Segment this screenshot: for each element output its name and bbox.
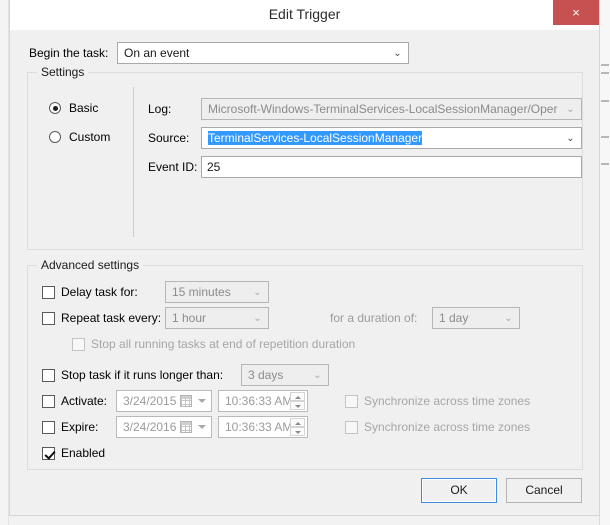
expire-date-input[interactable]: 3/24/2016 xyxy=(116,416,212,438)
chevron-down-icon: ⌄ xyxy=(312,369,323,382)
duration-label: for a duration of: xyxy=(330,311,417,325)
activate-sync-label: Synchronize across time zones xyxy=(364,394,530,408)
expire-time-stepper[interactable] xyxy=(290,418,305,436)
screen: Edit Trigger × Begin the task: On an eve… xyxy=(0,0,610,525)
source-label: Source: xyxy=(148,131,189,145)
advanced-settings-group: Advanced settings Delay task for: 15 min… xyxy=(27,265,583,470)
stepper-up-icon[interactable] xyxy=(290,418,305,427)
source-value: TerminalServices-LocalSessionManager xyxy=(208,131,559,145)
repeat-task-select[interactable]: 1 hour ⌄ xyxy=(165,307,269,329)
log-select[interactable]: Microsoft-Windows-TerminalServices-Local… xyxy=(201,98,582,120)
background-window-left-edge xyxy=(0,0,9,525)
duration-value: 1 day xyxy=(439,311,497,325)
chevron-down-icon xyxy=(198,399,206,403)
expire-time-value: 10:36:33 AM xyxy=(225,420,292,434)
chevron-down-icon: ⌄ xyxy=(392,47,403,60)
begin-task-select[interactable]: On an event ⌄ xyxy=(117,42,409,64)
repeat-task-label: Repeat task every: xyxy=(61,311,161,325)
activate-time-input[interactable]: 10:36:33 AM xyxy=(218,390,308,412)
chevron-down-icon: ⌄ xyxy=(565,132,576,145)
enabled-box xyxy=(42,447,55,460)
activate-box xyxy=(42,395,55,408)
activate-time-value: 10:36:33 AM xyxy=(225,394,292,408)
expire-date-value: 3/24/2016 xyxy=(123,420,176,434)
begin-task-value: On an event xyxy=(124,46,386,60)
log-value: Microsoft-Windows-TerminalServices-Local… xyxy=(208,102,559,116)
calendar-icon xyxy=(180,421,192,433)
background-window-right-edge xyxy=(599,0,610,525)
radio-custom-dot xyxy=(49,131,61,143)
log-label: Log: xyxy=(148,102,171,116)
begin-task-label: Begin the task: xyxy=(29,46,108,60)
expire-label: Expire: xyxy=(61,420,98,434)
stop-all-running-tasks-box xyxy=(72,338,85,351)
radio-custom-label: Custom xyxy=(69,130,110,144)
expire-time-input[interactable]: 10:36:33 AM xyxy=(218,416,308,438)
stop-task-longer-select[interactable]: 3 days ⌄ xyxy=(241,364,329,386)
chevron-down-icon: ⌄ xyxy=(252,286,263,299)
delay-task-value: 15 minutes xyxy=(172,285,246,299)
stepper-down-icon[interactable] xyxy=(290,401,305,410)
stepper-down-icon[interactable] xyxy=(290,427,305,436)
expire-box xyxy=(42,421,55,434)
activate-label: Activate: xyxy=(61,394,107,408)
settings-legend: Settings xyxy=(37,65,88,79)
event-id-input[interactable]: 25 xyxy=(201,156,582,178)
stop-all-running-tasks-label: Stop all running tasks at end of repetit… xyxy=(91,337,355,351)
enabled-label: Enabled xyxy=(61,446,105,460)
repeat-task-value: 1 hour xyxy=(172,311,246,325)
radio-basic-dot xyxy=(49,102,61,114)
stop-task-longer-box xyxy=(42,369,55,382)
title-bar: Edit Trigger × xyxy=(10,0,599,31)
radio-basic-label: Basic xyxy=(69,101,98,115)
source-select[interactable]: TerminalServices-LocalSessionManager ⌄ xyxy=(201,127,582,149)
close-icon[interactable]: × xyxy=(553,0,599,25)
stop-task-longer-label: Stop task if it runs longer than: xyxy=(61,368,223,382)
cancel-button[interactable]: Cancel xyxy=(506,478,582,503)
delay-task-box xyxy=(42,286,55,299)
activate-date-value: 3/24/2015 xyxy=(123,394,176,408)
activate-sync-box xyxy=(345,395,358,408)
settings-group: Settings Basic Custom Log: Microsoft-Win… xyxy=(27,72,583,250)
stop-task-longer-value: 3 days xyxy=(248,368,306,382)
source-selected-text: TerminalServices-LocalSessionManager xyxy=(208,131,422,145)
activate-time-stepper[interactable] xyxy=(290,392,305,410)
delay-task-label: Delay task for: xyxy=(61,285,138,299)
chevron-down-icon: ⌄ xyxy=(503,312,514,325)
activate-date-input[interactable]: 3/24/2015 xyxy=(116,390,212,412)
settings-divider xyxy=(133,87,134,237)
expire-sync-box xyxy=(345,421,358,434)
duration-select[interactable]: 1 day ⌄ xyxy=(432,307,520,329)
repeat-task-box xyxy=(42,312,55,325)
dialog-client-area: Begin the task: On an event ⌄ Settings B… xyxy=(11,30,599,514)
edit-trigger-dialog: Edit Trigger × Begin the task: On an eve… xyxy=(9,0,600,516)
stepper-up-icon[interactable] xyxy=(290,392,305,401)
dialog-title: Edit Trigger xyxy=(10,6,599,22)
event-id-value: 25 xyxy=(207,160,220,174)
expire-sync-label: Synchronize across time zones xyxy=(364,420,530,434)
event-id-label: Event ID: xyxy=(148,160,197,174)
advanced-settings-legend: Advanced settings xyxy=(37,258,143,272)
chevron-down-icon: ⌄ xyxy=(565,103,576,116)
delay-task-select[interactable]: 15 minutes ⌄ xyxy=(165,281,269,303)
ok-button[interactable]: OK xyxy=(421,478,497,503)
chevron-down-icon: ⌄ xyxy=(252,312,263,325)
calendar-icon xyxy=(180,395,192,407)
chevron-down-icon xyxy=(198,425,206,429)
